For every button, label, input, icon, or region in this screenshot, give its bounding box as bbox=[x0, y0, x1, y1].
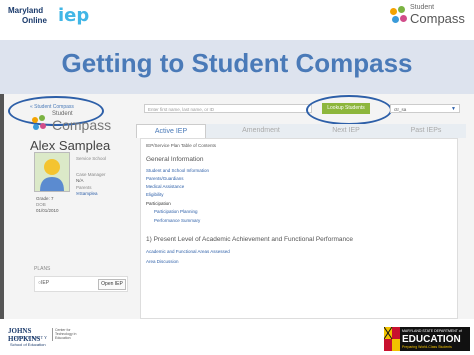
service-school-label: Service School bbox=[76, 156, 107, 161]
participation-label: Participation bbox=[146, 201, 171, 206]
toc-link[interactable]: Eligibility bbox=[146, 192, 164, 197]
logo-dot-icon bbox=[392, 16, 399, 23]
student-search-input[interactable]: Enter first name, last name, or ID bbox=[144, 104, 312, 113]
case-manager-label: Case Manager bbox=[76, 172, 106, 177]
dob-label: DOB bbox=[36, 202, 46, 207]
logo-dot-icon bbox=[398, 6, 405, 13]
maryland-online-iep-logo: Maryland Online iep bbox=[8, 6, 104, 28]
tab-active-iep[interactable]: Active IEP bbox=[136, 124, 206, 138]
center-tech-education: Center for Technology in Education bbox=[52, 328, 79, 341]
person-icon bbox=[40, 159, 64, 191]
plan-item-label: IEP bbox=[41, 280, 50, 286]
iep-tabs: Active IEP Amendment Next IEP Past IEPs bbox=[136, 124, 466, 138]
dob-value: 01/01/2010 bbox=[36, 208, 59, 213]
highlight-oval bbox=[306, 95, 392, 125]
toc-link[interactable]: Participation Planning bbox=[154, 209, 198, 214]
toc-link[interactable]: Medical Assistance bbox=[146, 184, 184, 189]
plans-header: PLANS bbox=[34, 266, 51, 272]
case-manager-value: N/A bbox=[76, 178, 84, 183]
logo-dot-icon bbox=[39, 115, 45, 121]
toc-link[interactable]: Area Discussion bbox=[146, 259, 179, 264]
logo-text-online: Online bbox=[22, 16, 47, 25]
parents-value: Samplea bbox=[79, 191, 98, 196]
logo-text-maryland: Maryland bbox=[8, 6, 44, 15]
student-name: Alex Samplea bbox=[30, 138, 111, 153]
logo-dot-icon bbox=[40, 123, 46, 129]
logo-text-student: Student bbox=[410, 4, 435, 11]
msde-tagline: Preparing World-Class Students bbox=[402, 345, 452, 349]
tab-next-iep[interactable]: Next IEP bbox=[311, 124, 381, 138]
logo-mark-iep: iep bbox=[58, 5, 90, 26]
logo-text-compass: Compass bbox=[410, 11, 465, 26]
tab-amendment[interactable]: Amendment bbox=[226, 124, 296, 138]
school-of-education: School of Education bbox=[10, 342, 46, 347]
jh-university: UNIVERSITY bbox=[14, 335, 48, 340]
msde-education: EDUCATION bbox=[402, 334, 461, 345]
logo-dot-icon bbox=[32, 117, 38, 123]
logo-dot-icon bbox=[33, 124, 39, 130]
logo-dot-icon bbox=[390, 8, 397, 15]
toc-link[interactable]: Performance Summary bbox=[154, 218, 200, 223]
msde-line1: MARYLAND STATE DEPARTMENT of bbox=[402, 329, 462, 333]
parents-link[interactable]: ✉Samplea bbox=[76, 191, 98, 197]
tab-past-ieps[interactable]: Past IEPs bbox=[391, 124, 461, 138]
section-present-level: 1) Present Level of Academic Achievement… bbox=[146, 236, 354, 243]
plan-item-iep: ○IEP bbox=[38, 280, 49, 286]
app-student-compass-logo: Student Compass bbox=[30, 111, 120, 137]
maryland-flag-icon bbox=[384, 327, 400, 351]
toc-link[interactable]: Academic and Functional Areas Assessed bbox=[146, 249, 230, 254]
toc-breadcrumb: IEP/Service Plan Table of Contents bbox=[146, 143, 216, 148]
user-select-value: ctr_sa bbox=[394, 107, 407, 112]
slide-title: Getting to Student Compass bbox=[61, 48, 413, 78]
msde-logo: MARYLAND STATE DEPARTMENT of EDUCATION P… bbox=[384, 327, 470, 351]
user-select[interactable]: ctr_sa ▼ bbox=[390, 104, 460, 113]
logo-text-compass: Compass bbox=[52, 117, 112, 133]
toc-link[interactable]: Parents/Guardians bbox=[146, 176, 184, 181]
toc-link[interactable]: Student and School Information bbox=[146, 168, 209, 173]
logo-dot-icon bbox=[400, 15, 407, 22]
student-avatar bbox=[34, 152, 70, 192]
student-compass-logo: Student Compass bbox=[388, 4, 468, 30]
left-edge-bar bbox=[0, 94, 4, 319]
section-general-information: General Information bbox=[146, 156, 204, 163]
chevron-down-icon: ▼ bbox=[451, 106, 456, 112]
open-iep-button[interactable]: Open IEP bbox=[98, 279, 126, 290]
grade-value: Grade: 7 bbox=[36, 196, 54, 201]
parents-label: Parents bbox=[76, 185, 92, 190]
iep-table-of-contents bbox=[140, 138, 458, 319]
